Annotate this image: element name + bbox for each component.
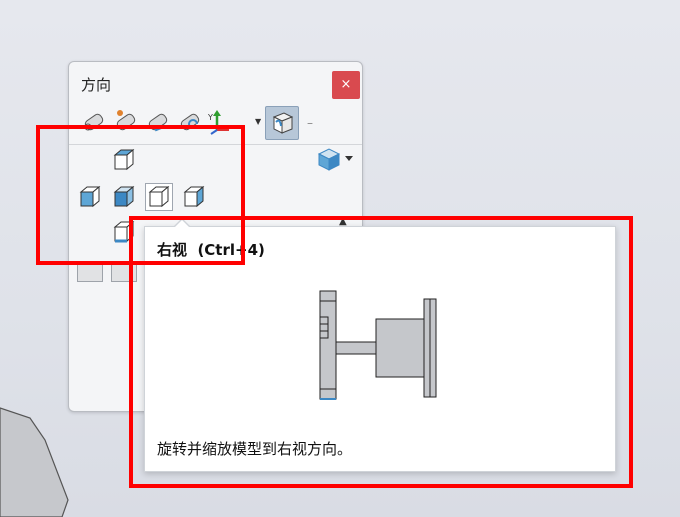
orientation-toolbar: Y ▼ – xyxy=(75,104,355,142)
tooltip-caret-inner xyxy=(175,220,189,227)
panel-title: 方向 xyxy=(81,76,112,94)
left-view-cube-icon[interactable] xyxy=(77,184,103,210)
plane-view-button-1[interactable] xyxy=(77,262,103,282)
view-orientation-dropdown-icon[interactable] xyxy=(317,146,355,172)
model-fragment xyxy=(0,407,69,517)
tooltip: 右视 (Ctrl+4) 旋转并缩放模型到右视方向。 xyxy=(144,226,616,472)
toolbar-divider xyxy=(69,144,362,145)
front-view-cube-icon[interactable] xyxy=(111,184,137,210)
right-view-cube-icon[interactable] xyxy=(145,183,173,211)
right-view-preview-image xyxy=(319,290,437,400)
back-view-cube-icon[interactable] xyxy=(181,184,207,210)
plane-view-button-2[interactable] xyxy=(111,262,137,282)
chevron-down-icon[interactable]: ▼ xyxy=(255,117,263,126)
normal-to-icon[interactable] xyxy=(79,108,107,136)
axis-triad-icon[interactable]: Y xyxy=(207,108,235,136)
close-button[interactable]: × xyxy=(332,71,360,99)
top-view-cube-icon[interactable] xyxy=(111,147,137,173)
tooltip-title: 右视 (Ctrl+4) xyxy=(157,241,265,259)
view-selector-cube-icon xyxy=(272,112,294,134)
update-standard-views-icon[interactable] xyxy=(143,108,171,136)
tooltip-description: 旋转并缩放模型到右视方向。 xyxy=(157,440,353,458)
reset-standard-views-icon[interactable] xyxy=(175,108,203,136)
bottom-view-cube-icon[interactable] xyxy=(111,219,137,245)
link-views-icon[interactable] xyxy=(111,108,139,136)
view-selector-button[interactable] xyxy=(265,106,299,140)
toolbar-dash: – xyxy=(307,116,313,130)
axis-label: Y xyxy=(207,113,213,122)
